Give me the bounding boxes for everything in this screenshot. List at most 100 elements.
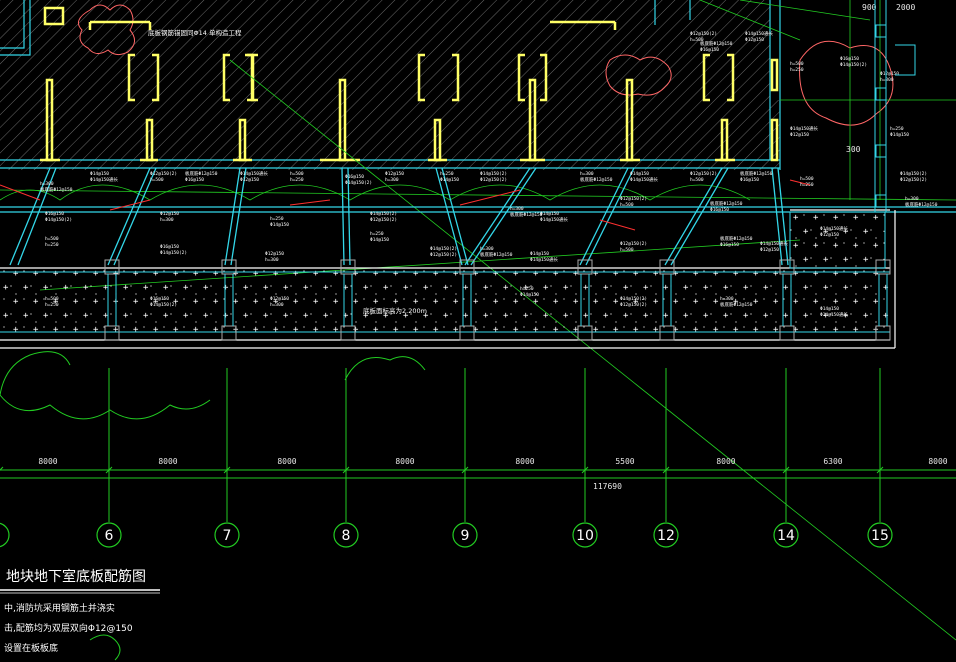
rebar-annotation: h=300 <box>385 177 399 183</box>
rebar-annotation: h=300 <box>580 171 594 177</box>
rebar-annotation: 板底筋Φ12@150 <box>185 170 218 177</box>
axis-label-9: 9 <box>461 528 470 544</box>
rebar-annotation: h=500 <box>620 247 634 253</box>
cad-drawing-canvas[interactable]: + + <box>0 0 956 662</box>
rebar-annotation: Φ12@150 <box>270 296 289 302</box>
rebar-annotation: Φ14@150通长 <box>540 216 568 223</box>
rebar-annotation: Φ12@150(2) <box>480 177 507 183</box>
rebar-annotation: 板底筋Φ12@150 <box>40 186 73 193</box>
rebar-annotation: Φ14@150(2) <box>160 250 187 256</box>
rebar-annotation: Φ16@150 <box>345 174 364 180</box>
rebar-annotation: Φ14@150(2) <box>370 211 397 217</box>
rebar-annotation: Φ14@150通长 <box>820 225 848 232</box>
rebar-annotation: Φ12@150(2) <box>690 31 717 37</box>
note-line-1: 中,消防坑采用钢筋土并浇实 <box>4 602 115 614</box>
rebar-annotation: Φ12@150 <box>745 37 764 43</box>
rebar-annotation: Φ14@150(2) <box>840 62 867 68</box>
rebar-annotation: Φ12@150 <box>790 132 809 138</box>
axis-grid-lines <box>108 368 881 522</box>
rebar-annotation: h=300 <box>510 206 524 212</box>
rebar-annotation: Φ14@150 <box>820 306 839 312</box>
axis-bubbles: 6 7 8 9 10 12 14 15 <box>96 522 893 548</box>
span-dimension: 8000 <box>277 457 296 466</box>
top-dim-900: 900 <box>862 3 877 12</box>
rebar-annotation: h=500 <box>150 177 164 183</box>
rebar-annotation: h=250 <box>45 302 59 308</box>
rebar-annotation: Φ14@150通长 <box>760 240 788 247</box>
rebar-annotation: Φ12@150 <box>265 251 284 257</box>
rebar-annotation: Φ14@150通长 <box>745 30 773 37</box>
rebar-annotation: Φ12@150(2) <box>900 177 927 183</box>
rebar-annotation: Φ12@150 <box>240 177 259 183</box>
rebar-annotation: h=500 <box>790 61 804 67</box>
rebar-annotation: Φ14@150(2) <box>480 171 507 177</box>
upper-slab-hatch <box>0 0 780 170</box>
span-dimension: 8000 <box>38 457 57 466</box>
rebar-annotation: Φ14@150(2) <box>430 246 457 252</box>
rebar-annotation: h=250 <box>890 126 904 132</box>
rebar-annotation: Φ16@150 <box>710 207 729 213</box>
rebar-annotation: Φ16@150 <box>700 47 719 53</box>
span-dimension: 8000 <box>928 457 947 466</box>
rebar-annotation: Φ12@150(2) <box>150 171 177 177</box>
rebar-annotation: h=500 <box>800 176 814 182</box>
rebar-annotation: h=250 <box>520 286 534 292</box>
rebar-annotation: 板底筋Φ12@150 <box>710 200 743 207</box>
rebar-annotation: Φ16@150 <box>150 296 169 302</box>
span-dimension: 8000 <box>395 457 414 466</box>
axis-label-10: 10 <box>576 528 594 544</box>
span-dimension: 8000 <box>716 457 735 466</box>
axis-label-12: 12 <box>657 528 675 544</box>
rebar-annotation: Φ16@150 <box>740 177 759 183</box>
rebar-annotation: h=250 <box>290 177 304 183</box>
rebar-annotation: h=250 <box>270 216 284 222</box>
rebar-annotation: Φ16@150 <box>840 56 859 62</box>
rebar-annotation: Φ14@150通长 <box>820 311 848 318</box>
rebar-annotation: 板底筋Φ12@150 <box>740 170 773 177</box>
rebar-annotation: h=300 <box>265 257 279 263</box>
span-dimension: 6300 <box>823 457 842 466</box>
rebar-annotation: h=500 <box>620 202 634 208</box>
rebar-annotation: h=250 <box>370 231 384 237</box>
rebar-annotation: Φ12@150(2) <box>430 252 457 258</box>
drawing-title: 地块地下室底板配筋图 <box>6 568 146 585</box>
rebar-annotation: Φ14@150 <box>440 177 459 183</box>
axis-label-8: 8 <box>342 528 351 544</box>
upper-annotation: 底板钢筋锚固同Φ14 单构造工程 <box>148 28 242 37</box>
rebar-annotation: Φ14@150通长 <box>790 125 818 132</box>
rebar-annotation: Φ14@150 <box>890 132 909 138</box>
band-elevation-label: 底板面标高为2.200m <box>363 306 427 315</box>
rebar-annotation: Φ14@150(2) <box>150 302 177 308</box>
rebar-annotation: 板底筋Φ12@150 <box>510 211 543 218</box>
rebar-annotation: Φ14@150通长 <box>530 256 558 263</box>
rebar-annotation: Φ14@150 <box>370 237 389 243</box>
rebar-annotation: Φ14@150通长 <box>90 176 118 183</box>
rebar-annotation: Φ12@150 <box>160 211 179 217</box>
rebar-annotation: h=300 <box>160 217 174 223</box>
rebar-annotation: h=300 <box>270 302 284 308</box>
span-dimensions: 8000 8000 8000 8000 8000 5500 8000 6300 8000 <box>0 457 948 474</box>
rebar-annotation: Φ16@150 <box>160 244 179 250</box>
span-dimension: 8000 <box>158 457 177 466</box>
rebar-annotation: 板底筋Φ12@150 <box>720 301 753 308</box>
rebar-annotation: h=300 <box>480 246 494 252</box>
green-clouds <box>0 351 426 420</box>
rebar-annotation: Φ14@150通长 <box>240 170 268 177</box>
rebar-annotation: 板底筋Φ12@150 <box>905 201 938 208</box>
rebar-annotation: h=300 <box>880 77 894 83</box>
rebar-annotation: Φ14@150通长 <box>630 176 658 183</box>
rebar-annotation: Φ14@150 <box>530 251 549 257</box>
rebar-annotation: Φ12@150(2) <box>620 241 647 247</box>
rebar-annotation: h=500 <box>290 171 304 177</box>
rebar-annotation: h=250 <box>45 242 59 248</box>
rebar-annotation: Φ12@150 <box>880 71 899 77</box>
rebar-annotation: Φ14@150 <box>270 222 289 228</box>
rebar-annotation: Φ16@150 <box>185 177 204 183</box>
foundation-band <box>0 209 896 349</box>
note-line-3: 设置在板板底 <box>4 642 58 654</box>
axis-bubble-partial <box>0 522 10 548</box>
rebar-annotation: h=250 <box>790 67 804 73</box>
rebar-annotation: 板底筋Φ12@150 <box>720 235 753 242</box>
rebar-annotation: Φ12@150(2) <box>620 196 647 202</box>
axis-label-6: 6 <box>105 528 114 544</box>
